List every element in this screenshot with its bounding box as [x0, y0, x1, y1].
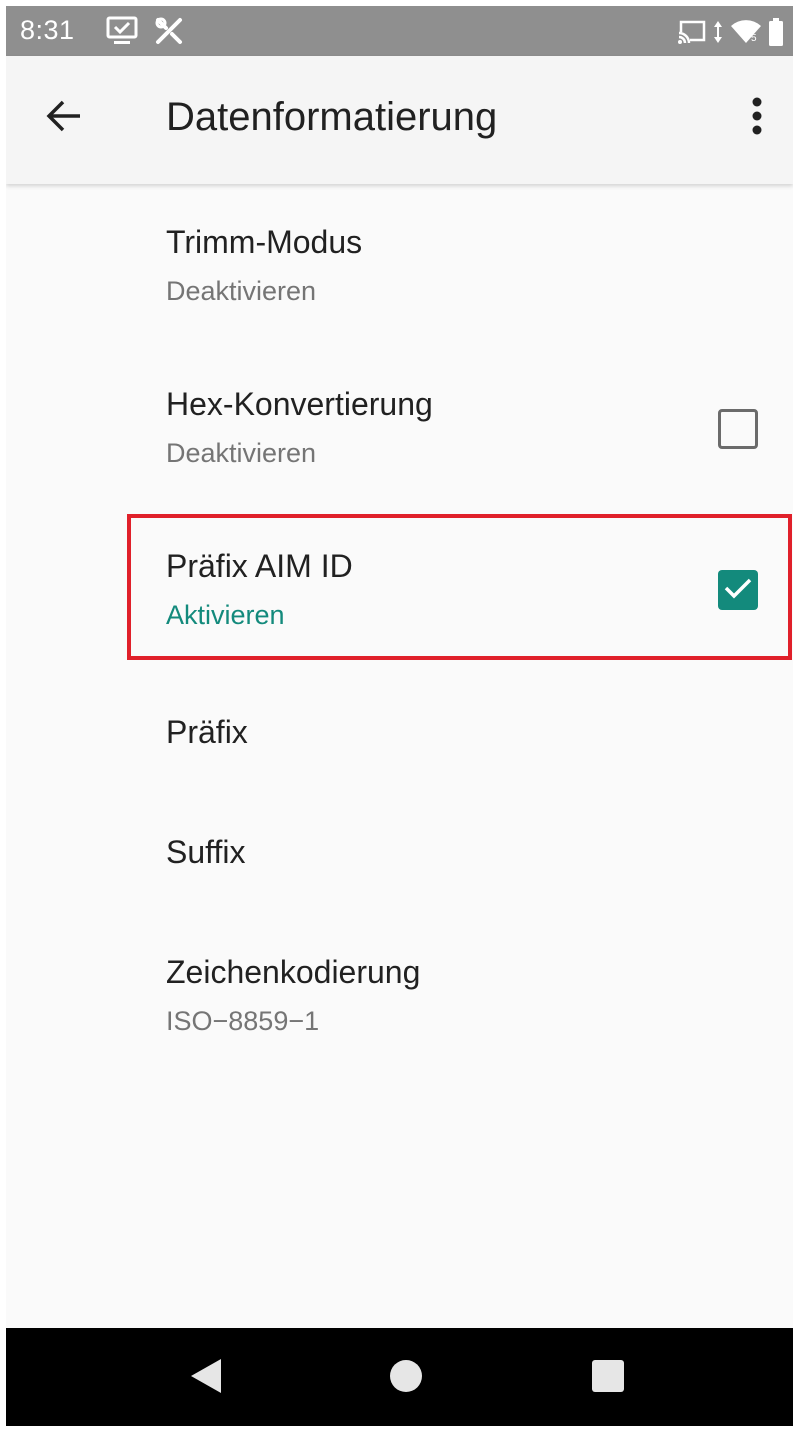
screenshot-icon	[106, 16, 138, 51]
navigation-bar	[6, 1328, 793, 1426]
nav-recents-button[interactable]	[586, 1356, 630, 1400]
setting-summary: Deaktivieren	[166, 438, 317, 468]
setting-title: Hex-Konvertierung	[166, 386, 433, 422]
setting-title: Trimm-Modus	[166, 224, 363, 260]
setting-title: Suffix	[166, 834, 246, 870]
setting-summary: ISO−8859−1	[166, 1006, 320, 1036]
setting-summary: Deaktivieren	[166, 276, 317, 306]
battery-icon	[769, 18, 783, 51]
setting-praefix[interactable]: Präfix	[6, 674, 793, 794]
nav-home-button[interactable]	[384, 1356, 428, 1400]
overflow-menu-button[interactable]	[733, 94, 781, 142]
setting-praefix-aim-id[interactable]: Präfix AIM ID Aktivieren	[6, 508, 793, 658]
page-title: Datenformatierung	[166, 95, 498, 139]
wifi-icon: 5	[730, 20, 762, 49]
status-bar: 8:31 5	[6, 6, 793, 56]
nav-back-button[interactable]	[184, 1356, 228, 1400]
more-vert-icon	[751, 96, 763, 141]
setting-suffix[interactable]: Suffix	[6, 794, 793, 914]
screen: 8:31 5 Datenformatierung Trimm-Modus Dea…	[6, 6, 793, 1426]
setting-zeichenkodierung[interactable]: Zeichenkodierung ISO−8859−1	[6, 914, 793, 1064]
home-circle-icon	[388, 1358, 424, 1399]
status-left-icons	[106, 16, 184, 51]
setting-title: Zeichenkodierung	[166, 954, 421, 990]
praefix-aim-id-checkbox[interactable]	[718, 570, 758, 610]
svg-text:5: 5	[751, 33, 757, 44]
setting-title: Präfix	[166, 714, 248, 750]
setting-hex-konvertierung[interactable]: Hex-Konvertierung Deaktivieren	[6, 346, 793, 496]
back-button[interactable]	[40, 94, 88, 142]
recents-square-icon	[591, 1359, 625, 1398]
data-arrows-icon	[713, 20, 723, 49]
hex-konvertierung-checkbox[interactable]	[718, 409, 758, 449]
status-time: 8:31	[20, 15, 75, 45]
check-icon	[723, 576, 753, 605]
app-bar: Datenformatierung	[6, 56, 793, 184]
tools-icon	[154, 16, 184, 51]
arrow-back-icon	[46, 100, 82, 137]
setting-trimm-modus[interactable]: Trimm-Modus Deaktivieren	[6, 184, 793, 334]
cast-icon	[678, 20, 706, 49]
back-triangle-icon	[188, 1356, 224, 1401]
status-right-icons: 5	[678, 18, 783, 51]
setting-summary: Aktivieren	[166, 600, 285, 630]
setting-title: Präfix AIM ID	[166, 548, 353, 584]
